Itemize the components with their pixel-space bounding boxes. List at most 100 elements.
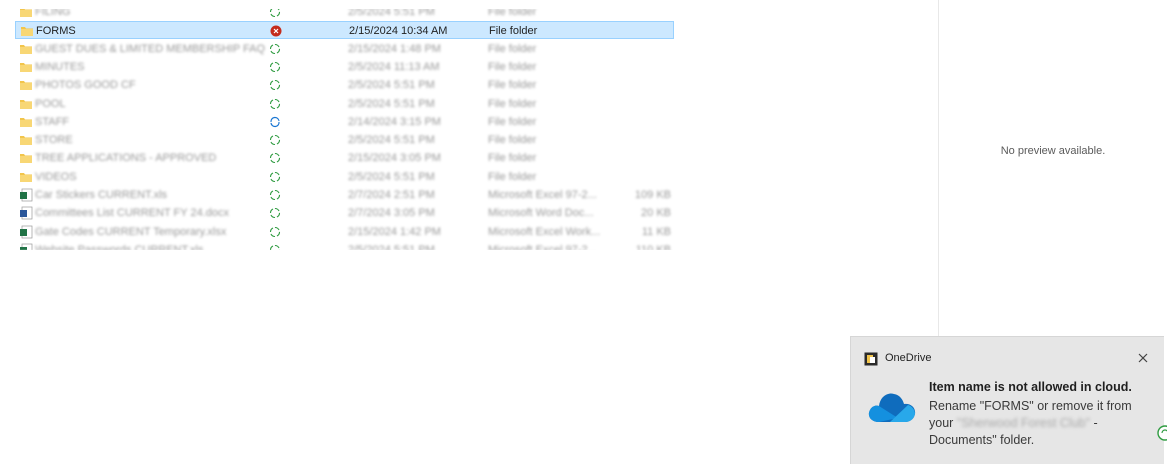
folder-icon: [21, 27, 33, 37]
file-size: 109 KB: [634, 189, 671, 201]
file-size: 11 KB: [641, 225, 671, 238]
close-icon[interactable]: [1136, 351, 1150, 365]
file-date-modified: 2/15/2024 1:48 PM: [348, 42, 441, 55]
excel-file-icon: [20, 243, 33, 250]
file-name: TREE APPLICATIONS - APPROVED: [35, 152, 217, 165]
file-row[interactable]: VIDEOS 2/5/2024 5:51 PM File folder: [15, 168, 674, 186]
notification-body: Rename "FORMS" or remove it from your "S…: [929, 398, 1159, 449]
file-date-modified: 2/5/2024 5:51 PM: [348, 79, 435, 92]
onedrive-notification[interactable]: OneDrive Item name is not allowed in clo…: [850, 336, 1164, 464]
file-list-pane: FILING 2/5/2024 5:51 PM File folder FORMS 2/…: [0, 0, 938, 464]
file-row[interactable]: STORE 2/5/2024 5:51 PM File folder: [15, 131, 674, 149]
file-row[interactable]: Committees List CURRENT FY 24.docx 2/7/20…: [15, 204, 674, 222]
file-size: 110 KB: [635, 243, 671, 256]
sync-pending-icon: [269, 43, 281, 54]
file-type: File folder: [488, 60, 537, 73]
sync-pending-icon: [269, 98, 281, 109]
no-preview-message: No preview available.: [1000, 145, 1106, 157]
file-name: Committees List CURRENT FY 24.docx: [35, 207, 229, 220]
file-name: GUEST DUES & LIMITED MEMBERSHIP FAQ: [35, 42, 265, 55]
file-name: PHOTOS GOOD CF: [35, 79, 136, 92]
file-row[interactable]: POOL 2/5/2024 5:51 PM File folder: [15, 95, 674, 113]
file-row[interactable]: PHOTOS GOOD CF 2/5/2024 5:51 PM File folde…: [15, 76, 674, 94]
folder-icon: [20, 81, 32, 91]
file-name: STAFF: [35, 115, 70, 128]
folder-icon: [20, 136, 32, 146]
file-name: FILING: [35, 6, 71, 18]
notification-line-3: Documents" folder.: [929, 433, 1035, 447]
file-row[interactable]: STAFF 2/14/2024 3:15 PM File folder: [15, 113, 674, 131]
file-type: File folder: [488, 42, 537, 55]
file-name: Car Stickers CURRENT.xls: [35, 189, 168, 201]
file-type: Microsoft Excel Work...: [488, 225, 601, 238]
folder-icon: [20, 9, 32, 17]
file-row[interactable]: Gate Codes CURRENT Temporary.xlsx 2/15/20…: [15, 223, 674, 241]
edge-sync-icon: [1157, 425, 1167, 441]
file-row[interactable]: Website Passwords CURRENT.xls 2/5/2024 5:…: [15, 241, 674, 256]
file-type: Microsoft Word Doc...: [488, 207, 594, 220]
sync-pending-icon: [269, 189, 281, 201]
sync-pending-icon: [269, 135, 281, 146]
word-file-icon: [20, 206, 33, 220]
file-type: File folder: [488, 115, 537, 128]
file-name: Gate Codes CURRENT Temporary.xlsx: [35, 225, 227, 238]
sync-pending-icon: [269, 208, 281, 219]
sync-pending-icon: [269, 153, 281, 164]
file-date-modified: 2/5/2024 11:13 AM: [348, 60, 440, 73]
file-date-modified: 2/15/2024 1:42 PM: [348, 225, 441, 238]
file-date-modified: 2/5/2024 5:51 PM: [348, 170, 435, 183]
file-row[interactable]: FILING 2/5/2024 5:51 PM File folder: [15, 6, 674, 21]
file-row[interactable]: Car Stickers CURRENT.xls 2/7/2024 2:51 PM…: [15, 186, 674, 204]
redacted-library-name: "Sherwood Forest Club": [956, 416, 1091, 430]
file-type: File folder: [488, 6, 537, 18]
file-row[interactable]: GUEST DUES & LIMITED MEMBERSHIP FAQ 2/15/…: [15, 40, 674, 58]
folder-icon: [20, 172, 32, 182]
file-date-modified: 2/15/2024 10:34 AM: [349, 25, 448, 38]
notification-line-2-prefix: your: [929, 416, 957, 430]
file-row[interactable]: TREE APPLICATIONS - APPROVED 2/15/2024 3:…: [15, 149, 674, 167]
sync-pending-icon: [269, 244, 281, 250]
file-date-modified: 2/14/2024 3:15 PM: [348, 115, 441, 128]
file-date-modified: 2/5/2024 5:51 PM: [348, 6, 435, 18]
onedrive-app-icon: [864, 352, 878, 366]
excel-file-icon: [20, 188, 33, 202]
notification-line-1: Rename "FORMS" or remove it from: [929, 399, 1132, 413]
folder-icon: [20, 99, 32, 109]
file-type: File folder: [488, 134, 537, 147]
file-date-modified: 2/5/2024 5:51 PM: [348, 243, 435, 256]
sync-pending-icon: [269, 80, 281, 91]
file-name: MINUTES: [35, 60, 85, 73]
file-type: File folder: [488, 152, 537, 165]
file-date-modified: 2/5/2024 5:51 PM: [348, 97, 435, 110]
error-icon: [270, 25, 282, 37]
folder-icon: [20, 62, 32, 72]
notification-line-2: your "Sherwood Forest Club" -: [929, 415, 1159, 432]
onedrive-cloud-icon: [868, 393, 916, 422]
file-row[interactable]: MINUTES 2/5/2024 11:13 AM File folder: [15, 58, 674, 76]
sync-pending-icon: [269, 226, 281, 237]
file-name: FORMS: [36, 25, 76, 38]
file-type: Microsoft Excel 97-2...: [488, 189, 597, 201]
folder-icon: [20, 117, 32, 127]
folder-icon: [20, 154, 32, 164]
preview-pane: No preview available.: [939, 0, 1167, 336]
file-name: STORE: [35, 134, 73, 147]
file-type: File folder: [488, 170, 537, 183]
sync-pending-icon: [269, 61, 281, 72]
file-size: 20 KB: [641, 207, 671, 220]
file-row[interactable]: FORMS 2/15/2024 10:34 AM File folder: [15, 21, 674, 40]
file-type: File folder: [489, 25, 538, 38]
file-date-modified: 2/7/2024 3:05 PM: [348, 207, 435, 220]
sync-active-icon: [270, 116, 280, 127]
file-date-modified: 2/7/2024 2:51 PM: [348, 189, 435, 201]
excel-file-icon: [20, 225, 33, 238]
file-date-modified: 2/15/2024 3:05 PM: [348, 152, 441, 165]
file-name: Website Passwords CURRENT.xls: [35, 243, 204, 256]
folder-icon: [20, 44, 32, 54]
sync-pending-icon: [269, 171, 281, 182]
file-date-modified: 2/5/2024 5:51 PM: [348, 134, 435, 147]
sync-pending-icon: [269, 9, 281, 18]
notification-app-name: OneDrive: [885, 352, 932, 364]
file-name: VIDEOS: [35, 170, 77, 183]
notification-title: Item name is not allowed in cloud.: [929, 380, 1132, 394]
